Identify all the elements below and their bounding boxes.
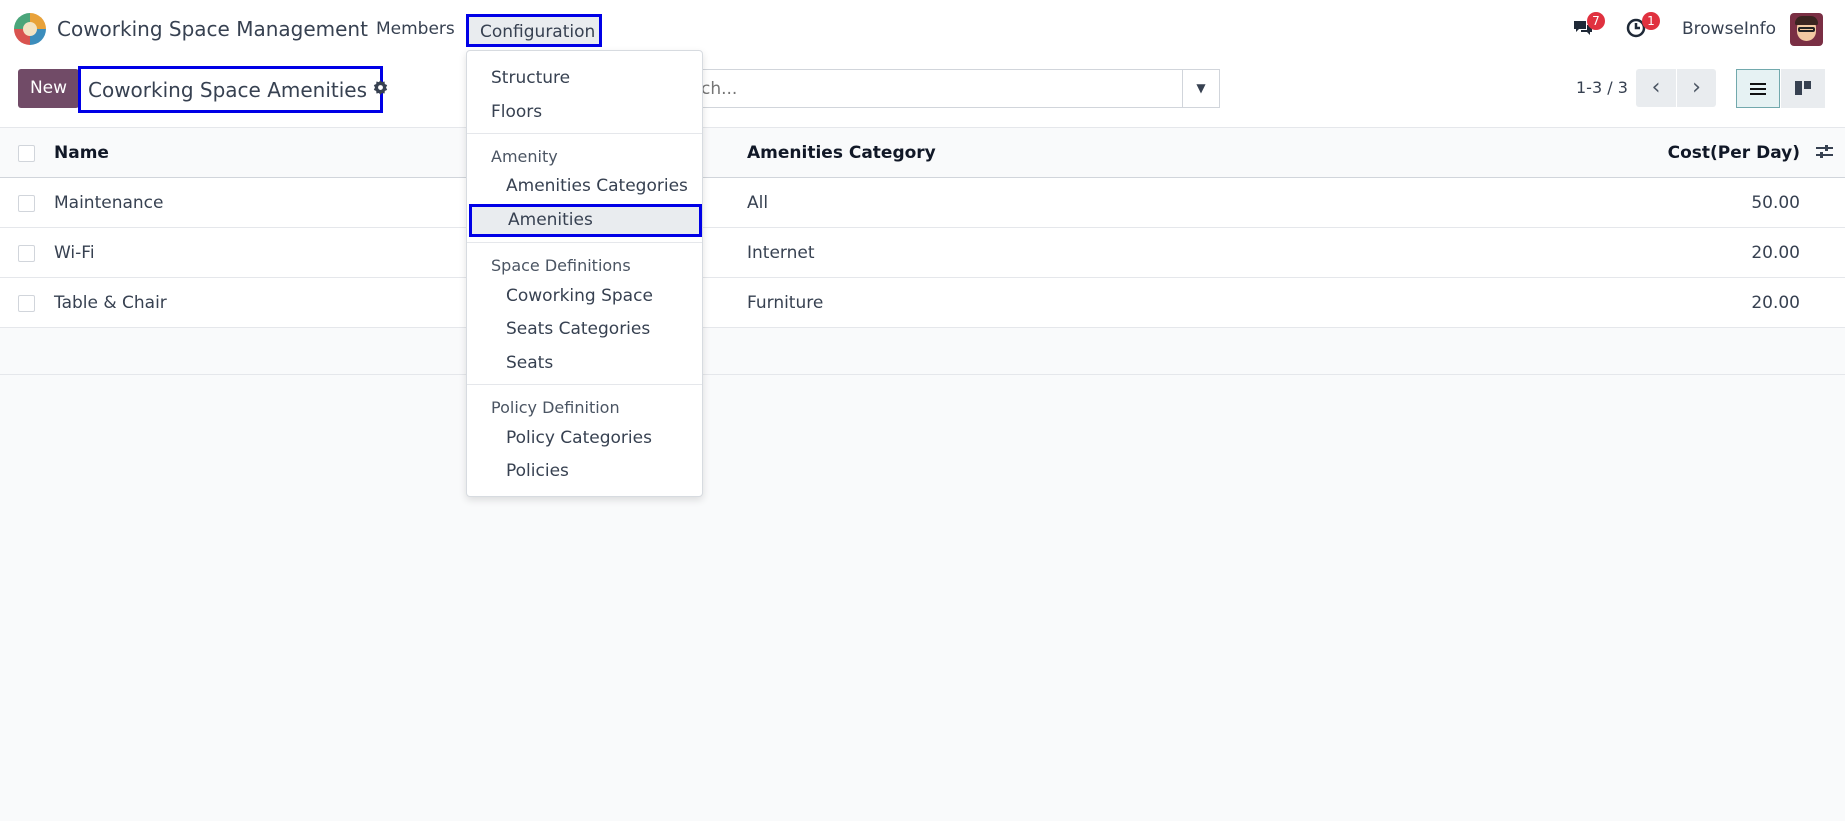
cell-category: Furniture bbox=[747, 293, 824, 313]
menu-divider bbox=[467, 133, 702, 134]
menu-members[interactable]: Members bbox=[376, 19, 455, 39]
menu-item-seats-categories[interactable]: Seats Categories bbox=[506, 319, 650, 339]
cell-name: Wi-Fi bbox=[54, 243, 95, 263]
cell-category: Internet bbox=[747, 243, 815, 263]
caret-down-icon[interactable]: ▼ bbox=[1182, 70, 1219, 107]
list-view-button[interactable] bbox=[1736, 69, 1780, 108]
table-row[interactable]: Maintenance All 50.00 bbox=[0, 178, 1845, 228]
gear-icon[interactable] bbox=[373, 79, 388, 100]
search-input[interactable] bbox=[701, 79, 1101, 99]
cell-cost: 20.00 bbox=[1751, 243, 1800, 263]
menu-item-seats[interactable]: Seats bbox=[506, 353, 553, 373]
list-footer-spacer bbox=[0, 328, 1845, 375]
app-logo[interactable] bbox=[14, 13, 46, 45]
kanban-view-button[interactable] bbox=[1781, 69, 1825, 108]
row-checkbox[interactable] bbox=[18, 295, 35, 312]
table-row[interactable]: Table & Chair Furniture 20.00 bbox=[0, 278, 1845, 328]
menu-configuration[interactable]: Configuration bbox=[466, 14, 602, 47]
company-switcher[interactable]: BrowseInfo bbox=[1682, 19, 1776, 39]
menu-item-policy-categories[interactable]: Policy Categories bbox=[506, 428, 652, 448]
search-box: ▼ bbox=[640, 69, 1220, 108]
menu-section-amenity: Amenity bbox=[491, 147, 558, 166]
row-checkbox[interactable] bbox=[18, 195, 35, 212]
pager-previous-button[interactable]: ‹ bbox=[1636, 69, 1676, 107]
page-title: Coworking Space Amenities bbox=[88, 77, 368, 102]
activities-badge: 1 bbox=[1642, 12, 1660, 30]
menu-item-floors[interactable]: Floors bbox=[491, 102, 542, 122]
cell-name: Table & Chair bbox=[54, 293, 167, 313]
app-title[interactable]: Coworking Space Management bbox=[57, 17, 368, 41]
new-button[interactable]: New bbox=[18, 69, 79, 108]
messages-badge: 7 bbox=[1587, 12, 1605, 30]
menu-item-amenities-categories[interactable]: Amenities Categories bbox=[506, 176, 688, 196]
column-header-cost[interactable]: Cost(Per Day) bbox=[1668, 143, 1800, 163]
cell-cost: 50.00 bbox=[1751, 193, 1800, 213]
menu-divider bbox=[467, 384, 702, 385]
table-header: Name Amenities Category Cost(Per Day) bbox=[0, 128, 1845, 178]
configuration-dropdown: Structure Floors Amenity Amenities Categ… bbox=[466, 50, 703, 497]
sliders-icon[interactable] bbox=[1816, 144, 1833, 163]
chevron-left-icon: ‹ bbox=[1651, 75, 1661, 100]
kanban-view-icon bbox=[1795, 81, 1811, 95]
cell-name: Maintenance bbox=[54, 193, 164, 213]
breadcrumb: Coworking Space Amenities bbox=[78, 66, 388, 113]
column-header-category[interactable]: Amenities Category bbox=[747, 143, 936, 163]
user-avatar[interactable] bbox=[1790, 13, 1823, 46]
cell-category: All bbox=[747, 193, 769, 213]
menu-item-structure[interactable]: Structure bbox=[491, 68, 570, 88]
row-checkbox[interactable] bbox=[18, 245, 35, 262]
menu-section-policy-definition: Policy Definition bbox=[491, 398, 620, 417]
menu-item-amenities[interactable]: Amenities bbox=[469, 204, 702, 237]
menu-item-policies[interactable]: Policies bbox=[506, 461, 569, 481]
control-panel: New Coworking Space Amenities ▼ 1-3 / 3 … bbox=[0, 58, 1845, 128]
menu-divider bbox=[467, 242, 702, 243]
top-navbar: Coworking Space Management Members Confi… bbox=[0, 0, 1845, 58]
pager-next-button[interactable]: › bbox=[1676, 69, 1716, 107]
menu-section-space-definitions: Space Definitions bbox=[491, 256, 631, 275]
amenities-list: Name Amenities Category Cost(Per Day) Ma… bbox=[0, 128, 1845, 375]
column-header-name[interactable]: Name bbox=[54, 143, 109, 163]
select-all-checkbox[interactable] bbox=[18, 145, 35, 162]
cell-cost: 20.00 bbox=[1751, 293, 1800, 313]
menu-item-coworking-space[interactable]: Coworking Space bbox=[506, 286, 653, 306]
pager-value[interactable]: 1-3 / 3 bbox=[1576, 78, 1628, 97]
list-view-icon bbox=[1750, 83, 1766, 95]
chevron-right-icon: › bbox=[1692, 75, 1701, 100]
table-row[interactable]: Wi-Fi Internet 20.00 bbox=[0, 228, 1845, 278]
